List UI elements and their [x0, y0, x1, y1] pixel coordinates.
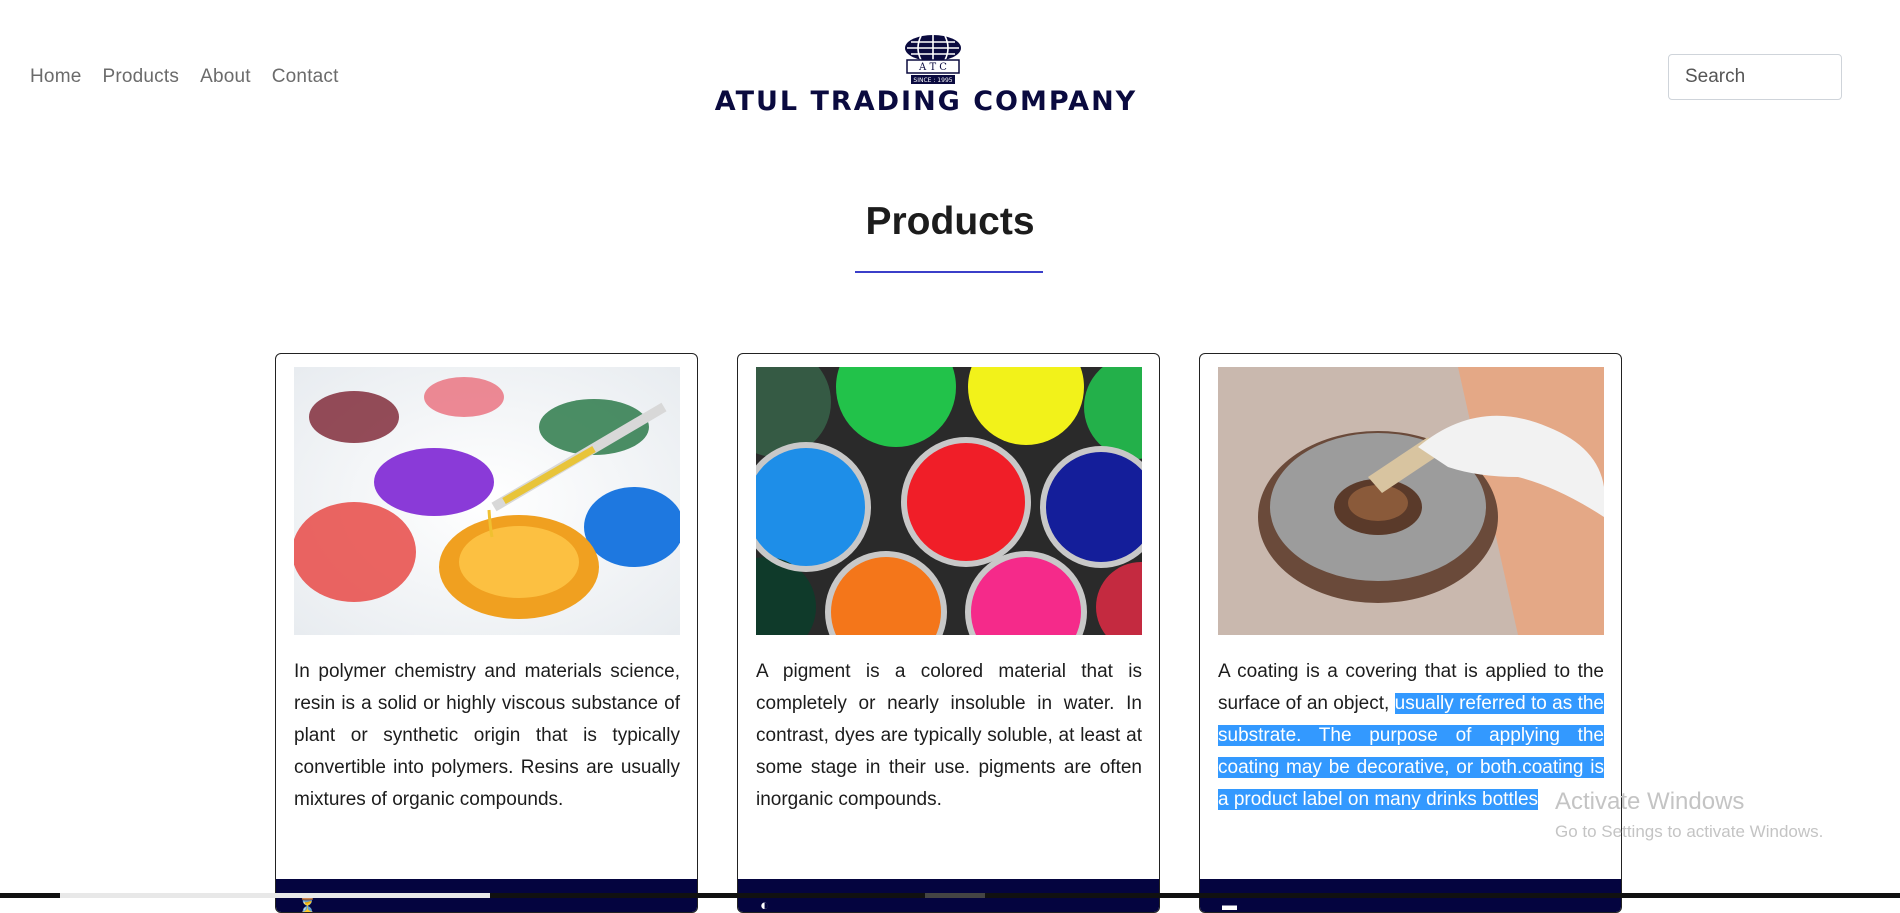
coating-brush-image: [1218, 367, 1604, 635]
watermark-title: Activate Windows: [1555, 788, 1745, 815]
title-underline: [855, 271, 1043, 273]
pigment-jars-image: [756, 367, 1142, 635]
globe-icon: ◐: [760, 897, 770, 913]
scrollbar-segment: [925, 893, 985, 898]
product-description: A pigment is a colored material that is …: [756, 661, 1142, 810]
nav-home-link[interactable]: Home: [30, 66, 81, 88]
product-description: In polymer chemistry and materials scien…: [294, 661, 680, 810]
watermark-subtitle: Go to Settings to activate Windows.: [1555, 822, 1824, 841]
activate-windows-watermark: Activate Windows Go to Settings to activ…: [1555, 788, 1823, 842]
nav-products-link[interactable]: Products: [102, 66, 179, 88]
company-name: ATUL TRADING COMPANY: [714, 86, 1138, 117]
logo-since: SINCE : 1995: [913, 77, 952, 84]
product-card-resin: In polymer chemistry and materials scien…: [275, 353, 698, 913]
nav-about-link[interactable]: About: [200, 66, 251, 88]
petri-dishes-resin-image: [294, 367, 680, 635]
page-title: Products: [865, 200, 1035, 243]
company-logo[interactable]: A T C SINCE : 1995 ATUL TRADING COMPANY: [706, 34, 1146, 118]
search-input[interactable]: [1668, 54, 1842, 100]
scrollbar-thumb[interactable]: [60, 893, 490, 898]
nav-contact-link[interactable]: Contact: [272, 66, 339, 88]
logo-initials: A T C: [918, 62, 947, 73]
main-nav: Home Products About Contact: [30, 66, 339, 88]
paint-icon: ▬: [1222, 897, 1237, 913]
flask-icon: ⏳: [298, 898, 317, 913]
horizontal-scrollbar[interactable]: [0, 893, 1900, 898]
globe-logo-icon: A T C SINCE : 1995: [905, 35, 961, 84]
product-description: A coating is a covering that is applied …: [1218, 656, 1604, 816]
product-card-pigment: A pigment is a colored material that is …: [737, 353, 1160, 913]
